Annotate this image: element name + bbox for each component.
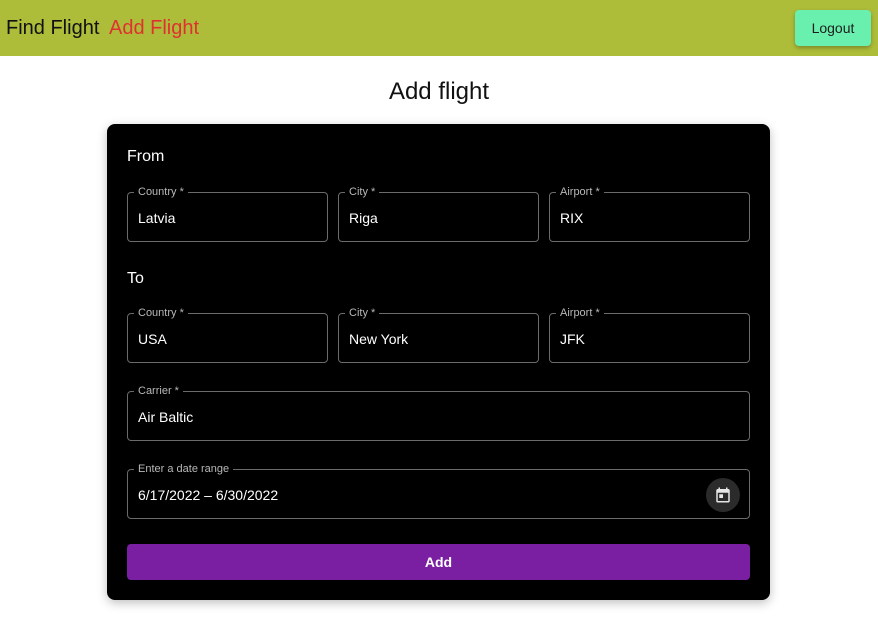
to-city-field[interactable]: City * xyxy=(338,306,539,363)
date-range-label: Enter a date range xyxy=(134,462,234,476)
to-country-label: Country * xyxy=(134,306,188,320)
add-flight-form-card: From Country * City * Airport * To Count… xyxy=(107,124,770,600)
page-title: Add flight xyxy=(388,78,490,105)
calendar-icon xyxy=(716,487,730,503)
from-country-field[interactable]: Country * xyxy=(127,185,328,242)
nav-add-flight-link[interactable]: Add Flight xyxy=(109,16,199,40)
add-flight-submit-button[interactable]: Add xyxy=(127,544,750,580)
to-city-label: City * xyxy=(345,306,380,320)
from-airport-input[interactable] xyxy=(560,207,739,229)
to-airport-input[interactable] xyxy=(560,328,739,350)
date-range-input[interactable] xyxy=(138,484,689,506)
carrier-input[interactable] xyxy=(138,406,739,428)
to-section-heading: To xyxy=(127,270,144,287)
to-airport-label: Airport * xyxy=(556,306,604,320)
from-city-label: City * xyxy=(345,185,380,199)
carrier-label: Carrier * xyxy=(134,384,183,398)
from-city-input[interactable] xyxy=(349,207,528,229)
logout-button[interactable]: Logout xyxy=(795,10,871,46)
from-country-input[interactable] xyxy=(138,207,317,229)
to-country-field[interactable]: Country * xyxy=(127,306,328,363)
date-picker-toggle-button[interactable] xyxy=(706,478,740,512)
top-toolbar: Find Flight Add Flight Logout xyxy=(0,0,878,56)
from-country-label: Country * xyxy=(134,185,188,199)
date-range-field[interactable]: Enter a date range xyxy=(127,462,750,519)
to-country-input[interactable] xyxy=(138,328,317,350)
from-airport-label: Airport * xyxy=(556,185,604,199)
to-airport-field[interactable]: Airport * xyxy=(549,306,750,363)
nav-find-flight-link[interactable]: Find Flight xyxy=(6,16,99,40)
from-airport-field[interactable]: Airport * xyxy=(549,185,750,242)
carrier-field[interactable]: Carrier * xyxy=(127,384,750,441)
to-city-input[interactable] xyxy=(349,328,528,350)
from-section-heading: From xyxy=(127,148,165,165)
from-city-field[interactable]: City * xyxy=(338,185,539,242)
